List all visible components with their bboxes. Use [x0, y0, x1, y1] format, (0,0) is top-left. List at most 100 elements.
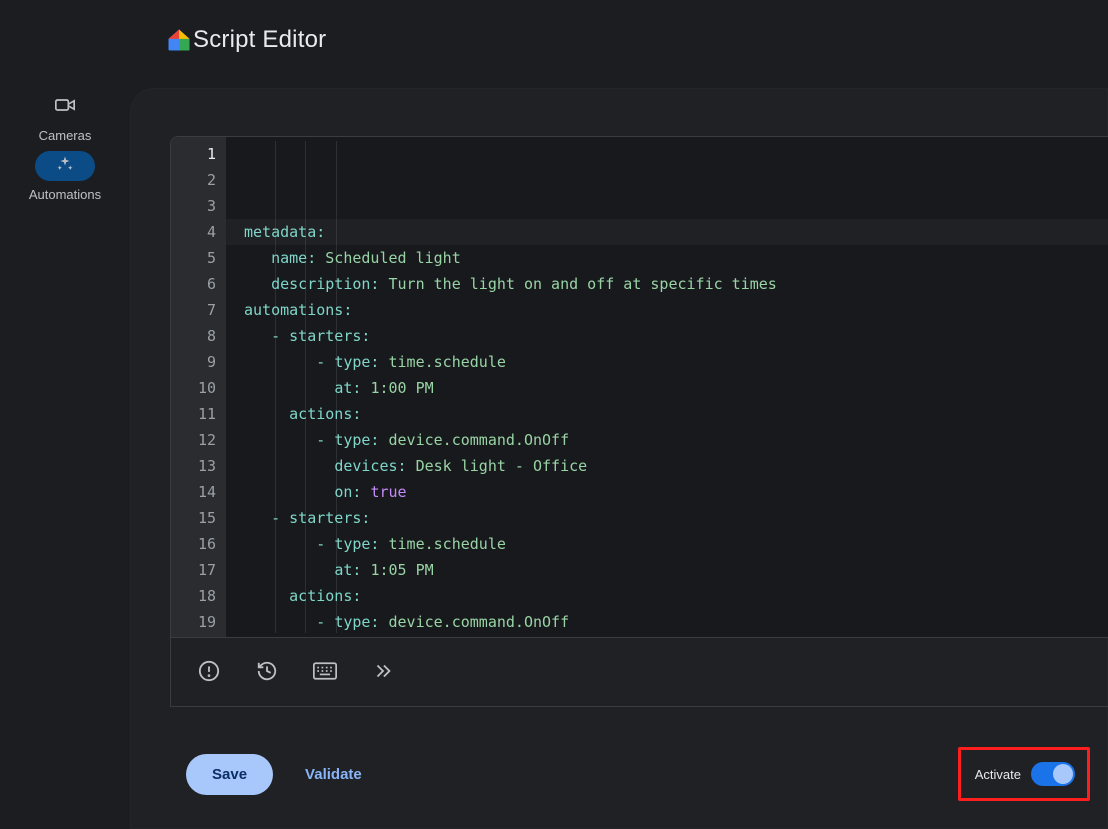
code-line[interactable]: devices: Desk light - Office	[244, 453, 1108, 479]
code-line[interactable]: - starters:	[244, 505, 1108, 531]
sparkle-icon	[56, 155, 74, 178]
code-line[interactable]: automations:	[244, 297, 1108, 323]
code-area[interactable]: metadata: name: Scheduled light descript…	[226, 137, 1108, 637]
code-token: Desk light - Office	[416, 453, 588, 479]
sidebar-item-label: Cameras	[39, 128, 92, 143]
line-number: 1	[171, 141, 216, 167]
line-number: 14	[171, 479, 216, 505]
code-token: actions:	[289, 583, 361, 609]
code-line[interactable]: at: 1:00 PM	[244, 375, 1108, 401]
activate-toggle[interactable]	[1031, 762, 1075, 786]
code-token	[407, 453, 416, 479]
code-token: -	[316, 349, 334, 375]
code-token: -	[316, 427, 334, 453]
line-number: 8	[171, 323, 216, 349]
code-token: -	[271, 505, 289, 531]
sidebar-item-cameras[interactable]: Cameras	[0, 92, 130, 143]
activate-label: Activate	[975, 767, 1021, 782]
code-line[interactable]: description: Turn the light on and off a…	[244, 271, 1108, 297]
code-line[interactable]: actions:	[244, 401, 1108, 427]
code-token: true	[370, 479, 406, 505]
code-token	[379, 271, 388, 297]
line-number: 19	[171, 609, 216, 635]
code-token: on:	[334, 479, 361, 505]
code-line[interactable]: on: true	[244, 479, 1108, 505]
code-line[interactable]: name: Scheduled light	[244, 245, 1108, 271]
error-icon[interactable]	[197, 659, 221, 683]
code-token: at:	[334, 557, 361, 583]
line-number: 6	[171, 271, 216, 297]
chevrons-right-icon[interactable]	[371, 659, 395, 683]
page-title: Script Editor	[193, 26, 326, 54]
line-number: 11	[171, 401, 216, 427]
line-number: 4	[171, 219, 216, 245]
camera-icon	[55, 97, 75, 118]
code-token: actions:	[289, 401, 361, 427]
code-token	[379, 531, 388, 557]
code-token: device.command.OnOff	[389, 609, 570, 635]
main-panel: 12345678910111213141516171819 metadata: …	[130, 88, 1108, 829]
line-number: 9	[171, 349, 216, 375]
activate-highlight: Activate	[958, 747, 1090, 801]
code-token: -	[316, 609, 334, 635]
footer-bar: Save Validate Activate	[170, 729, 1108, 819]
code-token: -	[271, 323, 289, 349]
code-token: description:	[271, 271, 379, 297]
code-line[interactable]: - type: time.schedule	[244, 349, 1108, 375]
code-token: 1:05 PM	[370, 557, 433, 583]
header: Script Editor	[0, 0, 1108, 80]
line-number: 10	[171, 375, 216, 401]
code-token: type:	[334, 609, 379, 635]
code-token: time.schedule	[389, 531, 506, 557]
code-token	[379, 427, 388, 453]
code-token: devices:	[334, 453, 406, 479]
line-number-gutter: 12345678910111213141516171819	[171, 137, 226, 637]
line-number: 13	[171, 453, 216, 479]
code-token: type:	[334, 531, 379, 557]
line-number: 16	[171, 531, 216, 557]
code-token: starters:	[289, 505, 370, 531]
line-number: 18	[171, 583, 216, 609]
sidebar: Cameras Automations	[0, 80, 130, 829]
code-line[interactable]: - starters:	[244, 323, 1108, 349]
code-token: type:	[334, 427, 379, 453]
google-home-logo-icon	[165, 26, 193, 54]
code-line[interactable]: at: 1:05 PM	[244, 557, 1108, 583]
code-token: Turn the light on and off at specific ti…	[389, 271, 777, 297]
code-line[interactable]: - type: device.command.OnOff	[244, 427, 1108, 453]
code-token	[379, 349, 388, 375]
line-number: 5	[171, 245, 216, 271]
validate-button[interactable]: Validate	[295, 754, 372, 795]
code-token: Scheduled light	[325, 245, 460, 271]
code-token: type:	[334, 349, 379, 375]
line-number: 2	[171, 167, 216, 193]
history-icon[interactable]	[255, 659, 279, 683]
line-number: 15	[171, 505, 216, 531]
code-token: device.command.OnOff	[389, 427, 570, 453]
line-number: 7	[171, 297, 216, 323]
code-token: time.schedule	[389, 349, 506, 375]
code-token	[361, 557, 370, 583]
code-line[interactable]: - type: time.schedule	[244, 531, 1108, 557]
keyboard-icon[interactable]	[313, 659, 337, 683]
code-token: starters:	[289, 323, 370, 349]
sidebar-item-automations[interactable]: Automations	[0, 151, 130, 202]
editor-toolbar	[170, 636, 1108, 707]
line-number: 12	[171, 427, 216, 453]
code-line[interactable]: actions:	[244, 583, 1108, 609]
code-token: 1:00 PM	[370, 375, 433, 401]
code-token	[361, 479, 370, 505]
code-token: -	[316, 531, 334, 557]
code-token: at:	[334, 375, 361, 401]
code-editor[interactable]: 12345678910111213141516171819 metadata: …	[170, 136, 1108, 638]
code-token: metadata:	[244, 219, 325, 245]
code-line[interactable]: metadata:	[226, 219, 1108, 245]
code-token	[361, 375, 370, 401]
sidebar-item-label: Automations	[29, 187, 101, 202]
code-token: name:	[271, 245, 316, 271]
code-token: automations:	[244, 297, 352, 323]
code-line[interactable]: - type: device.command.OnOff	[244, 609, 1108, 635]
code-token	[316, 245, 325, 271]
save-button[interactable]: Save	[186, 754, 273, 795]
line-number: 3	[171, 193, 216, 219]
